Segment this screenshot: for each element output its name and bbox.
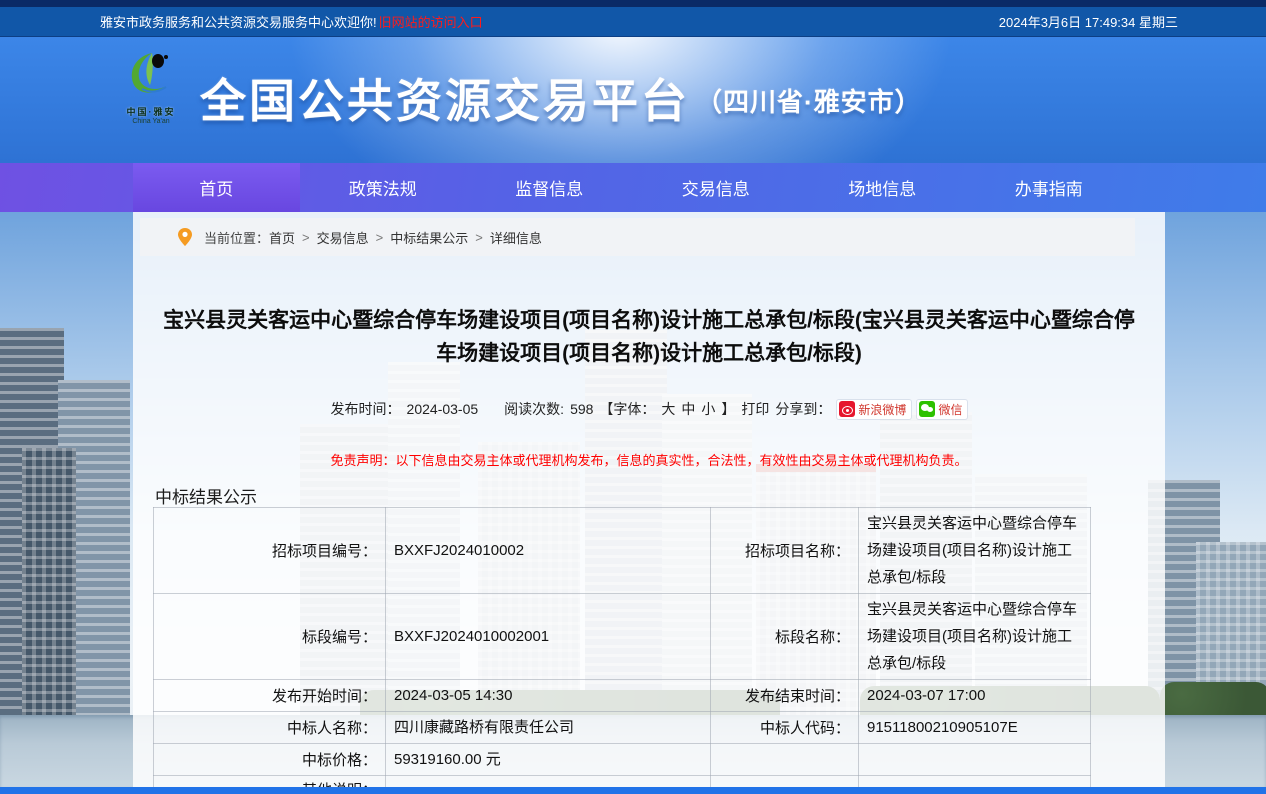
font-size-small-button[interactable]: 小 xyxy=(701,399,715,419)
page-root: 雅安市政务服务和公共资源交易服务中心欢迎你! 旧网站的访问入口 2024年3月6… xyxy=(0,0,1266,794)
table-row: 标段编号： BXXFJ2024010002001 标段名称： 宝兴县灵关客运中心… xyxy=(154,594,1091,680)
field-value: BXXFJ2024010002001 xyxy=(386,594,711,680)
nav-label: 首页 xyxy=(199,175,233,200)
print-button[interactable]: 打印 xyxy=(741,399,769,419)
font-bracket-open: 【字体： xyxy=(599,399,655,419)
field-value: 四川康藏路桥有限责任公司 xyxy=(386,712,711,744)
article-title: 宝兴县灵关客运中心暨综合停车场建设项目(项目名称)设计施工总承包/标段(宝兴县灵… xyxy=(154,304,1144,370)
breadcrumb-home[interactable]: 首页 xyxy=(269,228,295,247)
logo-text-en: China Ya'an xyxy=(112,118,190,125)
font-bracket-close: 】 xyxy=(721,399,735,419)
site-logo[interactable]: 中国·雅安 China Ya'an xyxy=(112,49,190,125)
font-size-medium-button[interactable]: 中 xyxy=(681,399,695,419)
disclaimer-text: 免责声明：以下信息由交易主体或代理机构发布，信息的真实性，合法性，有效性由交易主… xyxy=(133,450,1165,469)
nav-item-supervision[interactable]: 监督信息 xyxy=(466,163,633,212)
field-value: BXXFJ2024010002 xyxy=(386,508,711,594)
field-label: 招标项目名称： xyxy=(711,508,859,594)
share-weibo-button[interactable]: 新浪微博 xyxy=(837,400,911,419)
leaf-logo-icon xyxy=(112,49,190,105)
nav-label: 监督信息 xyxy=(515,175,583,200)
breadcrumb-separator: > xyxy=(376,230,384,245)
share-label: 分享到： xyxy=(775,399,831,419)
site-header: 中国·雅安 China Ya'an 全国公共资源交易平台（四川省·雅安市） xyxy=(0,37,1266,163)
old-site-link[interactable]: 旧网站的访问入口 xyxy=(379,12,483,31)
city-background: 当前位置： 首页 > 交易信息 > 中标结果公示 > 详细信息 宝兴县灵关客运中… xyxy=(0,212,1266,794)
views-label: 阅读次数: xyxy=(504,399,564,419)
views-value: 598 xyxy=(570,401,593,417)
breadcrumb-detail: 详细信息 xyxy=(490,228,542,247)
nav-item-venue[interactable]: 场地信息 xyxy=(799,163,966,212)
breadcrumb-transactions[interactable]: 交易信息 xyxy=(317,228,369,247)
table-row: 中标人名称： 四川康藏路桥有限责任公司 中标人代码： 9151180021090… xyxy=(154,712,1091,744)
top-frame-strip xyxy=(0,0,1266,7)
share-wechat-label: 微信 xyxy=(938,401,962,418)
field-value: 59319160.00 元 xyxy=(386,744,711,776)
weibo-icon xyxy=(839,401,855,417)
site-title-region: （四川省·雅安市） xyxy=(696,87,922,117)
field-value: 宝兴县灵关客运中心暨综合停车场建设项目(项目名称)设计施工总承包/标段 xyxy=(859,594,1091,680)
nav-label: 交易信息 xyxy=(682,175,750,200)
nav-item-transactions[interactable]: 交易信息 xyxy=(633,163,800,212)
section-title: 中标结果公示 xyxy=(155,483,1165,507)
breadcrumb-prefix: 当前位置： xyxy=(204,228,269,247)
field-label xyxy=(711,744,859,776)
field-label: 中标人名称： xyxy=(154,712,386,744)
site-title-main: 全国公共资源交易平台 xyxy=(200,75,690,127)
field-value: 2024-03-07 17:00 xyxy=(859,680,1091,712)
field-value xyxy=(859,744,1091,776)
field-label: 发布开始时间： xyxy=(154,680,386,712)
table-row: 发布开始时间： 2024-03-05 14:30 发布结束时间： 2024-03… xyxy=(154,680,1091,712)
bid-result-table: 招标项目编号： BXXFJ2024010002 招标项目名称： 宝兴县灵关客运中… xyxy=(153,507,1091,794)
wechat-icon xyxy=(919,401,935,417)
nav-label: 场地信息 xyxy=(848,175,916,200)
table-row: 中标价格： 59319160.00 元 xyxy=(154,744,1091,776)
share-wechat-button[interactable]: 微信 xyxy=(917,400,967,419)
share-weibo-label: 新浪微博 xyxy=(858,401,906,418)
article-meta: 发布时间： 2024-03-05 阅读次数: 598 【字体： 大 中 小 】 … xyxy=(133,398,1165,420)
font-size-large-button[interactable]: 大 xyxy=(661,399,675,419)
field-label: 招标项目编号： xyxy=(154,508,386,594)
top-bar: 雅安市政务服务和公共资源交易服务中心欢迎你! 旧网站的访问入口 2024年3月6… xyxy=(0,7,1266,37)
table-row: 招标项目编号： BXXFJ2024010002 招标项目名称： 宝兴县灵关客运中… xyxy=(154,508,1091,594)
nav-item-guide[interactable]: 办事指南 xyxy=(966,163,1133,212)
breadcrumb-bid-results[interactable]: 中标结果公示 xyxy=(390,228,468,247)
datetime-display: 2024年3月6日 17:49:34 星期三 xyxy=(999,12,1178,31)
main-nav: 首页 政策法规 监督信息 交易信息 场地信息 办事指南 xyxy=(0,163,1266,212)
field-value: 宝兴县灵关客运中心暨综合停车场建设项目(项目名称)设计施工总承包/标段 xyxy=(859,508,1091,594)
field-value: 91511800210905107E xyxy=(859,712,1091,744)
location-pin-icon xyxy=(178,228,192,246)
field-label: 中标人代码： xyxy=(711,712,859,744)
footer-strip xyxy=(0,787,1266,794)
field-label: 发布结束时间： xyxy=(711,680,859,712)
breadcrumb-separator: > xyxy=(302,230,310,245)
breadcrumb-separator: > xyxy=(475,230,483,245)
logo-text-cn: 中国·雅安 xyxy=(112,105,190,118)
publish-time-value: 2024-03-05 xyxy=(407,401,479,417)
field-value: 2024-03-05 14:30 xyxy=(386,680,711,712)
nav-label: 政策法规 xyxy=(349,175,417,200)
breadcrumb: 当前位置： 首页 > 交易信息 > 中标结果公示 > 详细信息 xyxy=(140,218,1135,256)
field-label: 标段名称： xyxy=(711,594,859,680)
site-title: 全国公共资源交易平台（四川省·雅安市） xyxy=(200,65,922,131)
nav-label: 办事指南 xyxy=(1015,175,1083,200)
welcome-text: 雅安市政务服务和公共资源交易服务中心欢迎你! xyxy=(100,12,377,31)
nav-item-home[interactable]: 首页 xyxy=(133,163,300,212)
nav-item-policies[interactable]: 政策法规 xyxy=(300,163,467,212)
field-label: 标段编号： xyxy=(154,594,386,680)
publish-time-label: 发布时间： xyxy=(331,399,401,419)
field-label: 中标价格： xyxy=(154,744,386,776)
content-panel: 当前位置： 首页 > 交易信息 > 中标结果公示 > 详细信息 宝兴县灵关客运中… xyxy=(133,212,1165,787)
